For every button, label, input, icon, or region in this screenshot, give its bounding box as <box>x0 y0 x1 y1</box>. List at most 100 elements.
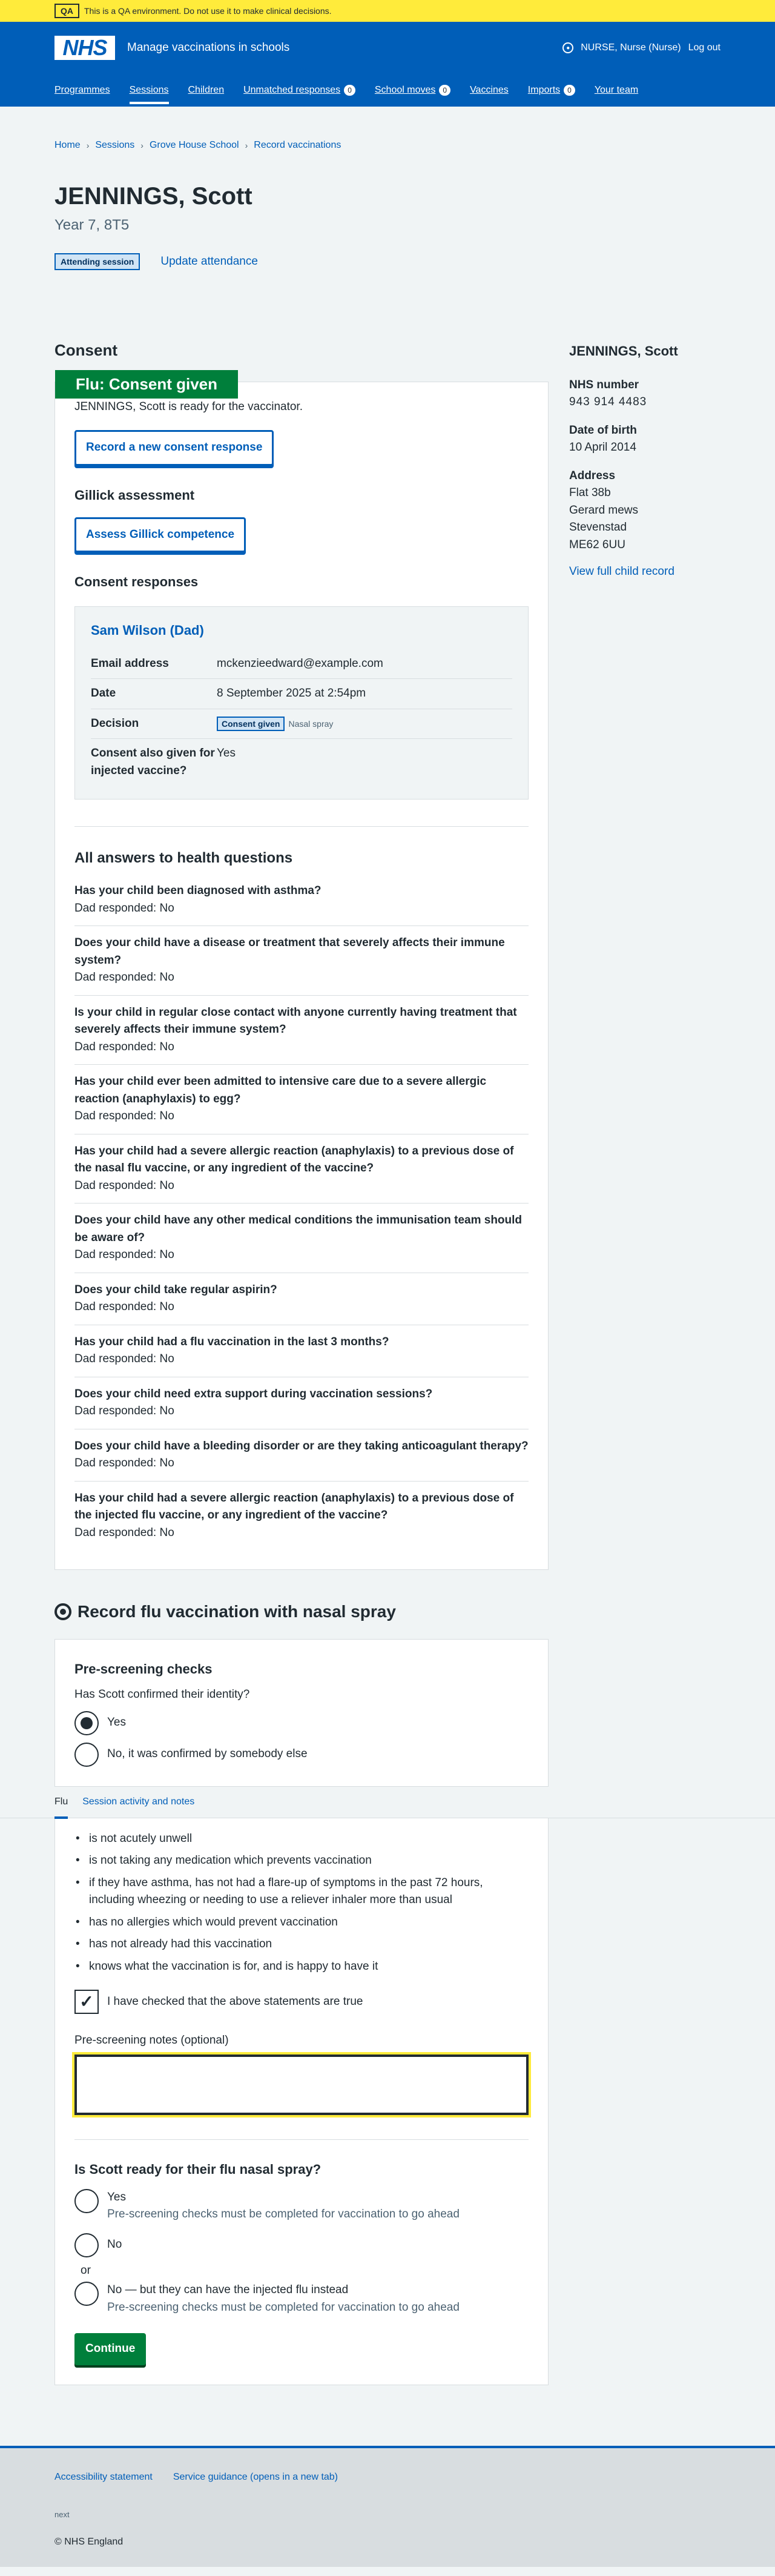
list-item: Has your child had a severe allergic rea… <box>74 1134 529 1204</box>
account: ● NURSE, Nurse (Nurse) Log out <box>562 41 721 55</box>
question: Has your child had a flu vaccination in … <box>74 1335 389 1348</box>
accessibility-link[interactable]: Accessibility statement <box>54 2470 153 2485</box>
summary-row-decision: Decision Consent given Nasal spray <box>91 709 512 740</box>
radio-label: No — but they can have the injected flu … <box>107 2283 349 2297</box>
qa-text: This is a QA environment. Do not use it … <box>84 5 332 16</box>
address-line: Gerard mews <box>569 503 639 517</box>
list-item: Has your child had a flu vaccination in … <box>74 1325 529 1377</box>
main-nav: Programmes Sessions Children Unmatched r… <box>0 74 775 107</box>
footer: Accessibility statement Service guidance… <box>0 2445 775 2567</box>
list-item: knows what the vaccination is for, and i… <box>74 1958 529 1976</box>
tab-flu[interactable]: Flu <box>54 1795 68 1819</box>
nav-imports[interactable]: Imports 0 <box>528 81 575 99</box>
identity-no-option[interactable]: No, it was confirmed by somebody else <box>74 1742 529 1767</box>
radio-button[interactable] <box>74 1710 99 1735</box>
qa-banner: QA This is a QA environment. Do not use … <box>0 0 775 22</box>
service-name[interactable]: Manage vaccinations in schools <box>127 39 289 57</box>
nav-programmes[interactable]: Programmes <box>54 81 110 99</box>
summary-row-email: Email address mckenzieedward@example.com <box>91 649 512 680</box>
summary-value: 8 September 2025 at 2:54pm <box>217 687 366 700</box>
nav-sessions[interactable]: Sessions <box>129 81 169 104</box>
ready-injected-option[interactable]: No — but they can have the injected flu … <box>74 2282 529 2316</box>
ready-no-option[interactable]: No <box>74 2233 529 2257</box>
tab-session-activity[interactable]: Session activity and notes <box>82 1795 194 1809</box>
address-label: Address <box>569 469 616 482</box>
checked-statements-option[interactable]: ✓ I have checked that the above statemen… <box>74 1990 529 2015</box>
radio-hint: Pre-screening checks must be completed f… <box>107 2300 460 2314</box>
question: Does your child need extra support durin… <box>74 1387 433 1400</box>
radio-button[interactable] <box>74 2233 99 2257</box>
summary-value: Yes <box>217 747 236 760</box>
summary-key: Consent also given for injected vaccine? <box>91 747 215 777</box>
list-item: Does your child have a disease or treatm… <box>74 926 529 996</box>
radio-label: No, it was confirmed by somebody else <box>107 1747 308 1761</box>
decision-tag: Consent given <box>217 716 285 731</box>
assess-gillick-button[interactable]: Assess Gillick competence <box>74 517 246 553</box>
question: Does your child have any other medical c… <box>74 1214 523 1244</box>
record-consent-button[interactable]: Record a new consent response <box>74 430 274 466</box>
nhs-number: 943 914 4483 <box>569 396 647 408</box>
responses-title: Consent responses <box>74 574 199 590</box>
service-guidance-link[interactable]: Service guidance (opens in a new tab) <box>173 2470 338 2485</box>
list-item: Does your child have any other medical c… <box>74 1204 529 1273</box>
consent-response-card: Sam Wilson (Dad) Email address mckenzieed… <box>74 606 529 800</box>
answer: Dad responded: No <box>74 1179 174 1192</box>
summary-key: Email address <box>91 657 169 670</box>
health-list: Has your child been diagnosed with asthm… <box>74 874 529 1550</box>
identity-yes-option[interactable]: Yes <box>74 1710 529 1735</box>
list-item: is not taking any medication which preve… <box>74 1852 529 1870</box>
question: Has your child been diagnosed with asthm… <box>74 884 322 898</box>
health-title: All answers to health questions <box>74 850 293 867</box>
radio-button[interactable] <box>74 1742 99 1767</box>
nav-school-moves[interactable]: School moves 0 <box>375 81 451 99</box>
nav-label: Vaccines <box>470 85 509 95</box>
address-line: Stevenstad <box>569 521 627 534</box>
radio-button[interactable] <box>74 2282 99 2306</box>
summary-key: Date <box>91 687 116 700</box>
user-icon: ● <box>562 42 574 53</box>
view-child-record-link[interactable]: View full child record <box>569 563 721 581</box>
consent-title: Consent <box>54 340 117 359</box>
or-divider: or <box>81 2263 91 2277</box>
question: Is your child in regular close contact w… <box>74 1005 517 1036</box>
radio-circle-icon <box>54 1603 71 1621</box>
parent-name-link[interactable]: Sam Wilson (Dad) <box>91 623 204 638</box>
chevron-right-icon: › <box>245 140 248 150</box>
update-attendance-link[interactable]: Update attendance <box>160 253 258 271</box>
breadcrumb-sessions[interactable]: Sessions <box>95 138 134 153</box>
answer: Dad responded: No <box>74 1353 174 1366</box>
ready-question: Is Scott ready for their flu nasal spray… <box>74 2161 322 2177</box>
notes-label: Pre-screening notes (optional) <box>74 2034 229 2047</box>
summary-row-injected: Consent also given for injected vaccine?… <box>91 739 512 786</box>
nav-your-team[interactable]: Your team <box>595 81 638 99</box>
breadcrumb-school[interactable]: Grove House School <box>150 138 239 153</box>
answer: Dad responded: No <box>74 1248 174 1262</box>
footer-copyright: © NHS England <box>54 2537 124 2548</box>
question: Does your child take regular aspirin? <box>74 1283 277 1296</box>
address-line: Flat 38b <box>569 486 611 499</box>
list-item: Is your child in regular close contact w… <box>74 996 529 1065</box>
breadcrumb-home[interactable]: Home <box>54 138 81 153</box>
count-badge: 0 <box>564 85 575 96</box>
ready-yes-option[interactable]: Yes Pre-screening checks must be complete… <box>74 2188 529 2223</box>
prescreen-notes-textarea[interactable] <box>72 2051 531 2117</box>
nav-unmatched-responses[interactable]: Unmatched responses 0 <box>243 81 355 99</box>
nav-children[interactable]: Children <box>188 81 225 99</box>
continue-button[interactable]: Continue <box>74 2333 147 2365</box>
list-item: Has your child ever been admitted to int… <box>74 1065 529 1134</box>
question: Does your child have a bleeding disorder… <box>74 1439 529 1452</box>
checkbox[interactable]: ✓ <box>74 1990 99 2015</box>
question: Does your child have a disease or treatm… <box>74 936 505 967</box>
consent-card: Flu: Consent given JENNINGS, Scott is re… <box>54 369 549 1571</box>
breadcrumb-record-vaccinations[interactable]: Record vaccinations <box>254 138 341 153</box>
nav-vaccines[interactable]: Vaccines <box>470 81 509 99</box>
check-list: is not acutely unwell is not taking any … <box>74 1830 529 1976</box>
summary-value: mckenzieedward@example.com <box>217 657 383 670</box>
answer: Dad responded: No <box>74 1300 174 1314</box>
radio-button[interactable] <box>74 2188 99 2213</box>
count-badge: 0 <box>344 85 355 96</box>
list-item: has no allergies which would prevent vac… <box>74 1914 529 1932</box>
list-item: Does your child have a bleeding disorder… <box>74 1429 529 1482</box>
logout-link[interactable]: Log out <box>688 41 721 55</box>
nhs-logo[interactable]: NHS <box>54 35 115 60</box>
